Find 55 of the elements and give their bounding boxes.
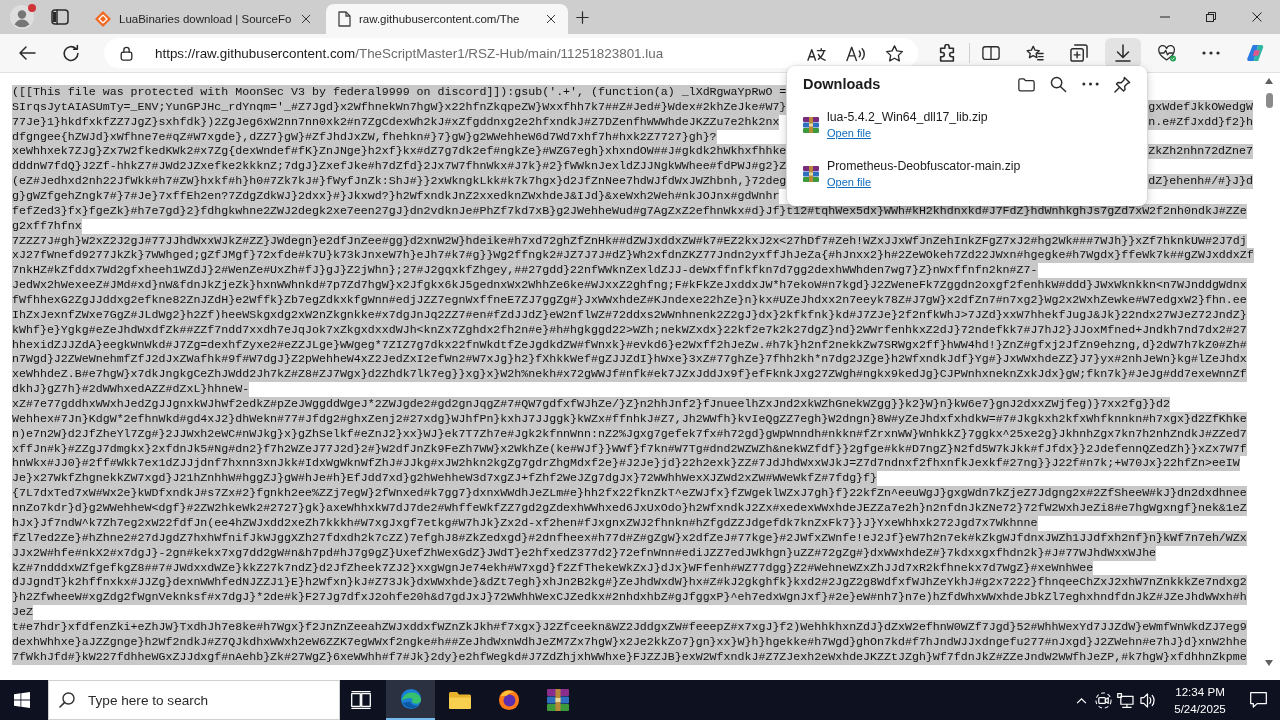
- camera-icon[interactable]: [1094, 691, 1112, 709]
- speaker-icon[interactable]: [1139, 692, 1155, 708]
- globe-icon[interactable]: [497, 689, 520, 711]
- browser-tab[interactable]: raw.githubusercontent.com/The: [326, 4, 568, 34]
- taskbar-button-highlight[interactable]: [386, 680, 435, 720]
- swirl-icon[interactable]: [399, 688, 422, 710]
- books-icon[interactable]: [546, 689, 569, 711]
- favorites-icon[interactable]: [1026, 44, 1044, 62]
- avatar-icon[interactable]: [10, 5, 34, 29]
- folder-icon[interactable]: [1018, 75, 1035, 93]
- windows-icon[interactable]: [14, 692, 30, 708]
- open-file-link[interactable]: Open file: [827, 127, 872, 139]
- folder-icon[interactable]: [448, 689, 471, 711]
- search-field[interactable]: Type here to search: [48, 680, 340, 720]
- lock-icon[interactable]: [120, 45, 133, 61]
- toolbar-button-highlight[interactable]: [1105, 38, 1141, 68]
- search-icon[interactable]: [1050, 75, 1067, 93]
- clock-time[interactable]: 12:34 PM: [1175, 683, 1225, 700]
- close-icon[interactable]: [1252, 12, 1262, 22]
- read-aloud-icon[interactable]: [846, 44, 865, 62]
- close-icon[interactable]: [546, 14, 556, 24]
- refresh-icon[interactable]: [62, 44, 80, 62]
- download-icon[interactable]: [1114, 44, 1132, 62]
- puzzle-icon[interactable]: [938, 44, 956, 62]
- address-field[interactable]: https://raw.githubusercontent.com/TheScriptMaster1/RSZ-Hub/main/11251823801.lua: [104, 38, 918, 68]
- browser-tab[interactable]: LuaBinaries download | SourceFo: [83, 4, 323, 34]
- split-screen-icon[interactable]: [982, 44, 1000, 62]
- panel-title: Downloads: [803, 76, 881, 92]
- chevron-icon[interactable]: [1075, 696, 1087, 704]
- file-name: lua-5.4.2_Win64_dll17_lib.zip: [827, 110, 988, 124]
- books-icon: [803, 165, 819, 182]
- books-icon: [803, 116, 819, 133]
- task-view-icon[interactable]: [351, 691, 371, 709]
- scrollbar-thumb[interactable]: [1265, 93, 1273, 108]
- message-icon[interactable]: [1249, 692, 1267, 708]
- collections-icon[interactable]: [1070, 44, 1088, 62]
- plus-icon[interactable]: [576, 10, 589, 24]
- tab-actions-icon[interactable]: [51, 9, 69, 25]
- network-icon[interactable]: [1116, 692, 1134, 708]
- close-icon[interactable]: [301, 14, 311, 24]
- diamond-icon: [95, 11, 111, 27]
- open-file-link[interactable]: Open file: [827, 176, 872, 188]
- search-icon: [59, 692, 75, 708]
- page-icon: [338, 11, 351, 27]
- ribbon-icon[interactable]: [1246, 44, 1264, 62]
- pin-icon[interactable]: [1114, 75, 1131, 93]
- star-icon[interactable]: [885, 44, 904, 62]
- scroll-up-icon[interactable]: [1265, 78, 1273, 84]
- clock-date[interactable]: 5/24/2025: [1174, 700, 1226, 717]
- more-icon[interactable]: [1082, 82, 1099, 86]
- restore-icon[interactable]: [1206, 12, 1216, 22]
- file-name: Prometheus-Deobfuscator-main.zip: [827, 159, 1021, 173]
- scroll-down-icon[interactable]: [1265, 660, 1273, 666]
- back-icon[interactable]: [18, 44, 36, 62]
- heart-pulse-icon[interactable]: [1158, 44, 1176, 62]
